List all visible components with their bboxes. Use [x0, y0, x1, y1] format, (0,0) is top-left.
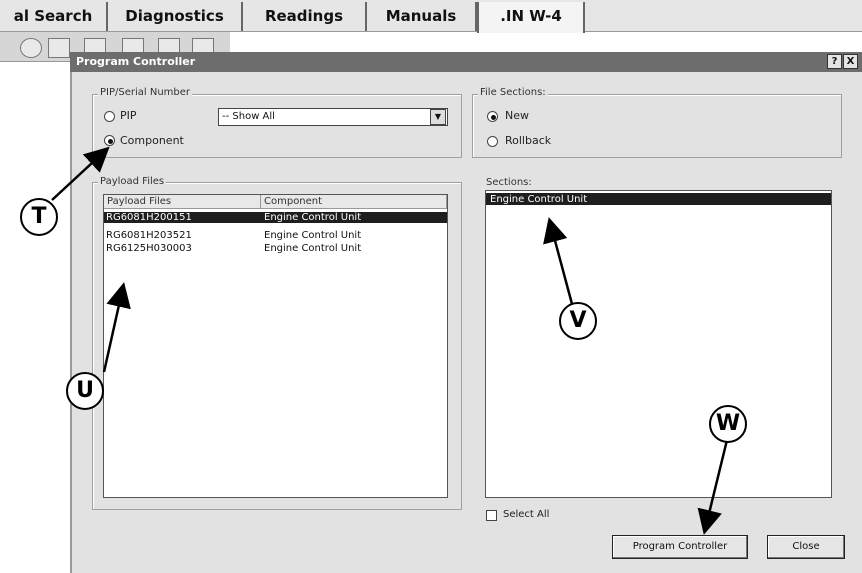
callout-w: W — [709, 405, 747, 443]
callout-arrow-t — [51, 146, 110, 201]
callout-t: T — [20, 198, 58, 236]
callout-u: U — [66, 372, 104, 410]
callout-arrow-v — [543, 217, 574, 305]
callout-arrow-u — [102, 282, 131, 373]
callout-arrows — [51, 146, 729, 535]
callout-arrow-w — [697, 439, 729, 535]
callout-v: V — [559, 302, 597, 340]
